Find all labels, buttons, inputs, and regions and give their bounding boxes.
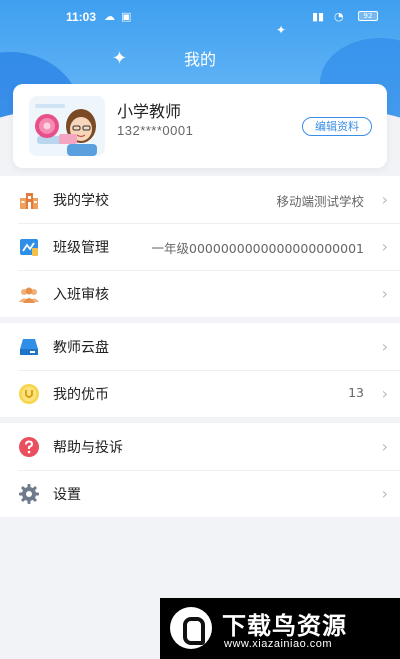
gear-icon bbox=[18, 483, 40, 505]
menu-item-class-review[interactable]: 入班审核 › bbox=[0, 270, 400, 317]
class-management-icon bbox=[18, 236, 40, 258]
cloud-drive-icon bbox=[18, 336, 40, 358]
bird-logo-icon bbox=[170, 607, 212, 649]
menu-item-value: 13 bbox=[348, 385, 364, 400]
battery-indicator: 92 bbox=[358, 11, 378, 21]
signal-icon: ▮▮ bbox=[312, 10, 325, 23]
watermark-url: www.xiazainiao.com bbox=[224, 638, 333, 650]
profile-name: 小学教师 bbox=[117, 102, 182, 121]
coin-icon bbox=[18, 383, 40, 405]
chevron-right-icon: › bbox=[381, 190, 388, 209]
profile-card[interactable]: 小学教师 132****0001 编辑资料 bbox=[13, 84, 387, 168]
menu-item-label: 设置 bbox=[53, 487, 81, 503]
status-time: 11:03 bbox=[66, 10, 97, 24]
avatar-illustration bbox=[29, 96, 105, 156]
menu-item-value: 一年级0000000000000000000001 bbox=[151, 241, 364, 256]
chevron-right-icon: › bbox=[381, 284, 388, 303]
menu-item-label: 教师云盘 bbox=[53, 340, 109, 356]
cloud-notification-icon: ☁ bbox=[104, 10, 115, 23]
chevron-right-icon: › bbox=[381, 237, 388, 256]
wifi-icon: ◔ bbox=[334, 10, 344, 23]
menu-item-value: 移动端测试学校 bbox=[276, 194, 364, 209]
menu-item-my-school[interactable]: 我的学校 移动端测试学校 › bbox=[0, 176, 400, 223]
menu-item-help[interactable]: 帮助与投诉 › bbox=[0, 423, 400, 470]
menu-item-my-coins[interactable]: 我的优币 13 › bbox=[0, 370, 400, 417]
menu-group: 我的学校 移动端测试学校 › 班级管理 一年级00000000000000000… bbox=[0, 176, 400, 317]
menu-item-class-management[interactable]: 班级管理 一年级0000000000000000000001 › bbox=[0, 223, 400, 270]
menu-item-teacher-cloud[interactable]: 教师云盘 › bbox=[0, 323, 400, 370]
people-icon bbox=[18, 283, 40, 305]
avatar[interactable] bbox=[29, 96, 105, 156]
menu-item-label: 帮助与投诉 bbox=[53, 440, 123, 456]
menu-group: 教师云盘 › 我的优币 13 › bbox=[0, 323, 400, 417]
menu-item-label: 入班审核 bbox=[53, 287, 109, 303]
menu-item-label: 我的优币 bbox=[53, 387, 109, 403]
chevron-right-icon: › bbox=[381, 337, 388, 356]
chevron-right-icon: › bbox=[381, 484, 388, 503]
chevron-right-icon: › bbox=[381, 384, 388, 403]
status-bar: 11:03 ☁ ▣ ▮▮ ◔ 92 bbox=[0, 0, 400, 32]
chevron-right-icon: › bbox=[381, 437, 388, 456]
menu-item-settings[interactable]: 设置 › bbox=[0, 470, 400, 517]
menu-group: 帮助与投诉 › 设置 › bbox=[0, 423, 400, 517]
watermark-title: 下载鸟资源 bbox=[222, 612, 347, 640]
school-building-icon bbox=[18, 189, 40, 211]
app-notification-icon: ▣ bbox=[121, 10, 132, 23]
menu-item-label: 班级管理 bbox=[53, 240, 109, 256]
menu-item-label: 我的学校 bbox=[53, 193, 109, 209]
help-icon bbox=[18, 436, 40, 458]
edit-profile-button[interactable]: 编辑资料 bbox=[302, 117, 372, 136]
watermark: 下载鸟资源 www.xiazainiao.com bbox=[160, 598, 400, 659]
page-title: 我的 bbox=[183, 50, 216, 69]
profile-phone: 132****0001 bbox=[117, 123, 194, 138]
